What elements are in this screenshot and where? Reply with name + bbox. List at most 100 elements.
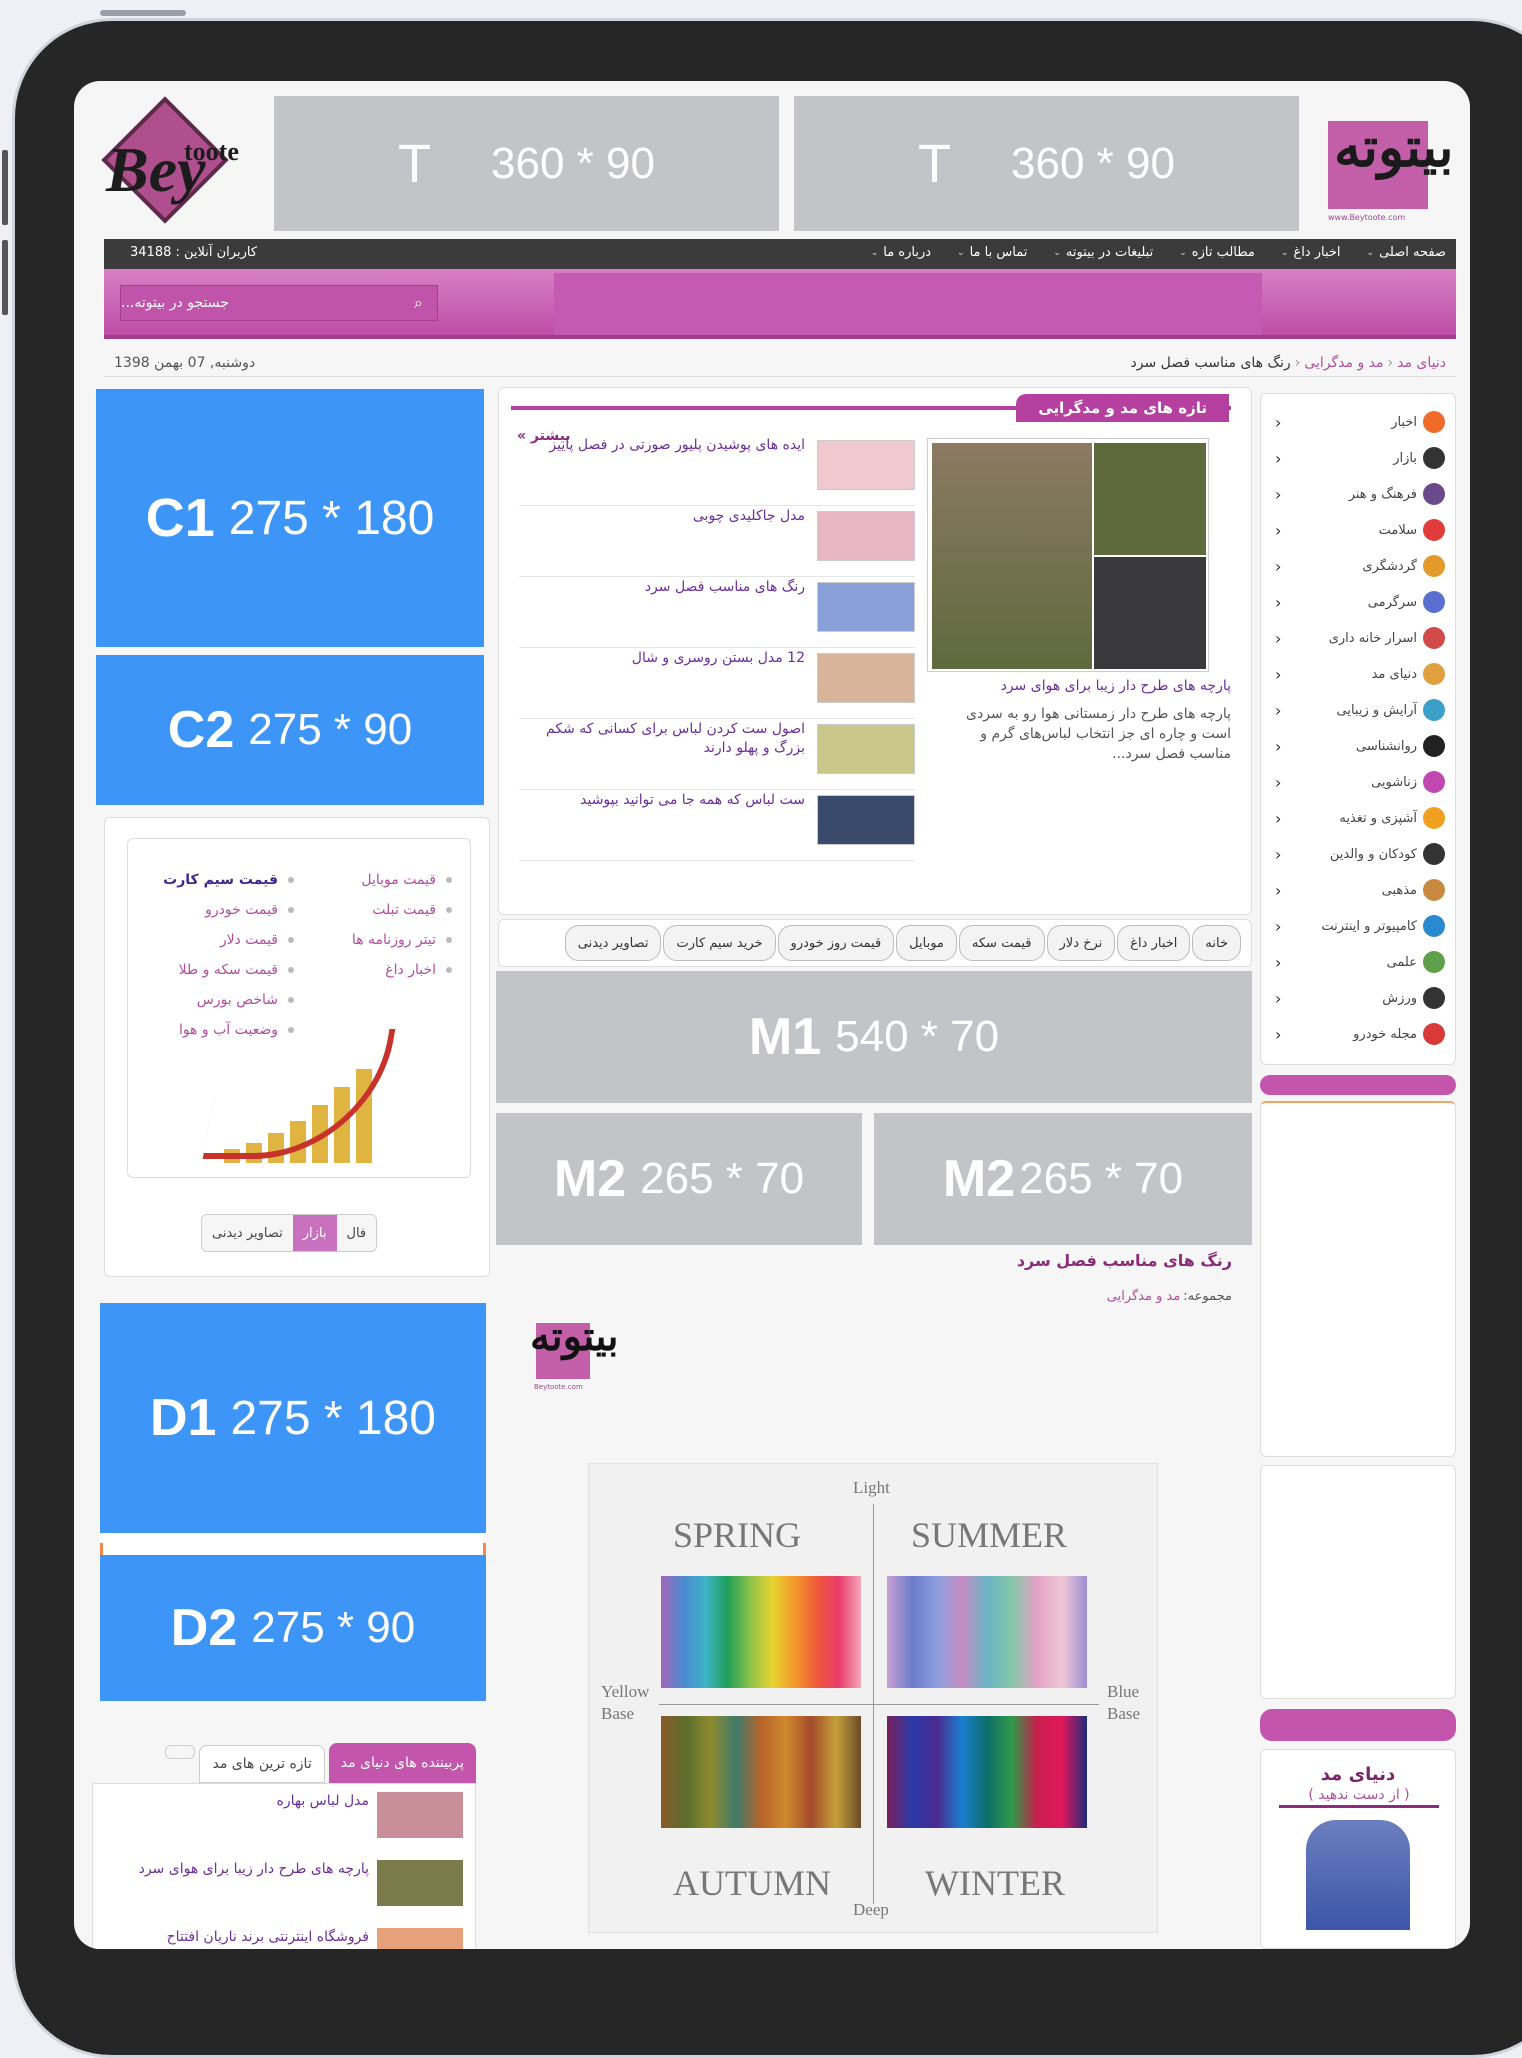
- category-item[interactable]: مجله خودرو ‹: [1275, 1016, 1445, 1052]
- menu-item[interactable]: درباره ما ⌄: [871, 245, 931, 260]
- search-icon[interactable]: ⌕: [414, 293, 423, 313]
- news-item[interactable]: مدل جاکلیدی چوبی: [519, 507, 915, 577]
- online-users: کاربران آنلاین : 34188: [130, 245, 258, 260]
- menu-item[interactable]: اخبار داغ ⌄: [1281, 245, 1341, 260]
- logo-left-sub: toote: [184, 137, 239, 166]
- nav-tab[interactable]: موبایل: [896, 925, 957, 961]
- ad-top-2-letter: T: [918, 133, 952, 194]
- chevron-left-icon: ‹: [1275, 808, 1282, 828]
- menu-item[interactable]: مطالب تازه ⌄: [1179, 245, 1255, 260]
- ad-m2-right[interactable]: M2 265 * 70: [874, 1113, 1252, 1245]
- menu-item[interactable]: تماس با ما ⌄: [957, 245, 1027, 260]
- category-item[interactable]: کامپیوتر و اینترنت ‹: [1275, 908, 1445, 944]
- market-tab[interactable]: فال: [336, 1215, 377, 1251]
- ad-c2[interactable]: C2 275 * 90: [96, 655, 484, 805]
- fashion-list-item[interactable]: مدل لباس بهاره: [105, 1792, 463, 1852]
- news-item[interactable]: ایده های پوشیدن پلیور صورتی در فصل پاییز: [519, 436, 915, 506]
- category-item[interactable]: مذهبی ‹: [1275, 872, 1445, 908]
- fashion-list-item[interactable]: پارچه های طرح دار زیبا برای هوای سرد: [105, 1860, 463, 1920]
- tab-newest[interactable]: تازه ترین های مد: [199, 1745, 325, 1783]
- category-item[interactable]: فرهنگ و هنر ‹: [1275, 476, 1445, 512]
- category-item[interactable]: ورزش ‹: [1275, 980, 1445, 1016]
- category-label-wrap: مجله خودرو: [1353, 1023, 1445, 1045]
- ad-top-1[interactable]: T 360 * 90: [274, 96, 779, 231]
- logo-left[interactable]: Bey toote: [92, 95, 262, 230]
- ad-d2[interactable]: D2 275 * 90: [100, 1555, 486, 1701]
- market-link[interactable]: قیمت موبایل: [352, 865, 452, 895]
- label-yellow: Yellow: [601, 1682, 650, 1701]
- breadcrumb-current: رنگ های مناسب فصل سرد: [1130, 355, 1291, 371]
- news-item[interactable]: اصول ست کردن لباس برای کسانی که شکم بزرگ…: [519, 720, 915, 790]
- category-item[interactable]: آرایش و زیبایی ‹: [1275, 692, 1445, 728]
- current-date: دوشنبه, 07 بهمن 1398: [114, 355, 256, 371]
- category-item[interactable]: روانشناسی ‹: [1275, 728, 1445, 764]
- nav-tab[interactable]: خرید سیم کارت: [663, 925, 776, 961]
- menu-item[interactable]: صفحه اصلی ⌄: [1367, 245, 1446, 260]
- featured-image[interactable]: [927, 438, 1209, 672]
- category-item[interactable]: سلامت ‹: [1275, 512, 1445, 548]
- ad-c1[interactable]: C1 275 * 180: [96, 389, 484, 647]
- news-item[interactable]: 12 مدل بستن روسری و شال: [519, 649, 915, 719]
- fashion-tabs: پربیننده های دنیای مد تازه ترین های مد: [92, 1741, 476, 1783]
- tab-small[interactable]: [165, 1745, 196, 1759]
- season-color-image[interactable]: Light Deep Yellow Base Blue Base SPRING …: [588, 1463, 1158, 1933]
- fashion-list-item[interactable]: فروشگاه اینترنتی برند ناریان افتتاح: [105, 1928, 463, 1949]
- category-item[interactable]: دنیای مد ‹: [1275, 656, 1445, 692]
- market-link[interactable]: شاخص بورس: [163, 985, 294, 1015]
- fashion-box-image[interactable]: [1306, 1820, 1410, 1930]
- category-label: اسرار خانه داری: [1328, 630, 1417, 646]
- logo-right[interactable]: بیتوته www.Beytoote.com: [1322, 99, 1454, 229]
- category-item[interactable]: اخبار ‹: [1275, 404, 1445, 440]
- logo-right-url: www.Beytoote.com: [1328, 213, 1406, 222]
- ad-m1[interactable]: M1 540 * 70: [496, 971, 1252, 1103]
- nav-tab[interactable]: خانه: [1192, 925, 1241, 961]
- news-item[interactable]: ست لباس که همه جا می توانید بپوشید: [519, 791, 915, 861]
- nav-tab[interactable]: اخبار داغ: [1117, 925, 1191, 961]
- market-link[interactable]: قیمت سیم کارت: [163, 865, 294, 895]
- market-link[interactable]: تیتر روزنامه ها: [352, 925, 452, 955]
- chevron-left-icon: ‹: [1275, 412, 1282, 432]
- breadcrumb-link-2[interactable]: مد و مدگرایی: [1304, 355, 1383, 371]
- sidebar-empty-box: [1260, 1101, 1456, 1457]
- fashion-thumbnail: [377, 1792, 463, 1838]
- category-item[interactable]: کودکان و والدین ‹: [1275, 836, 1445, 872]
- search-input[interactable]: جستجو در بیتوته... ⌕: [120, 285, 438, 321]
- featured-title[interactable]: پارچه های طرح دار زیبا برای هوای سرد: [951, 678, 1231, 694]
- category-item[interactable]: بازار ‹: [1275, 440, 1445, 476]
- ad-m2-left[interactable]: M2 265 * 70: [496, 1113, 862, 1245]
- ad-top-2[interactable]: T 360 * 90: [794, 96, 1299, 231]
- category-item[interactable]: زناشویی ‹: [1275, 764, 1445, 800]
- market-link[interactable]: قیمت خودرو: [163, 895, 294, 925]
- market-link[interactable]: قیمت تبلت: [352, 895, 452, 925]
- ad-d1[interactable]: D1 275 * 180: [100, 1303, 486, 1543]
- nav-tab[interactable]: قیمت سکه: [958, 925, 1045, 961]
- ad-m1-code: M1: [748, 1008, 822, 1066]
- breadcrumb-link-1[interactable]: دنیای مد: [1397, 355, 1446, 371]
- market-link[interactable]: اخبار داغ: [352, 955, 452, 985]
- category-icon: [1423, 447, 1445, 469]
- ad-top-1-size: 360 * 90: [491, 138, 655, 188]
- category-item[interactable]: گردشگری ‹: [1275, 548, 1445, 584]
- market-tab[interactable]: تصاویر دیدنی: [202, 1215, 293, 1251]
- category-link[interactable]: مد و مدگرایی: [1107, 1289, 1181, 1304]
- menu-item[interactable]: تبلیغات در بیتوته ⌄: [1053, 245, 1153, 260]
- category-item[interactable]: سرگرمی ‹: [1275, 584, 1445, 620]
- nav-tab[interactable]: نرخ دلار: [1046, 925, 1116, 961]
- category-item[interactable]: اسرار خانه داری ‹: [1275, 620, 1445, 656]
- swatch-spring: [661, 1576, 861, 1688]
- nav-tab[interactable]: تصاویر دیدنی: [564, 925, 662, 961]
- news-title: 12 مدل بستن روسری و شال: [631, 650, 805, 666]
- market-tab[interactable]: بازار: [292, 1215, 337, 1251]
- browser-screen: Bey toote T 360 * 90 T 360 * 90 بیتوته w…: [74, 81, 1470, 1949]
- tab-most-viewed[interactable]: پربیننده های دنیای مد: [328, 1743, 476, 1783]
- category-label: فرهنگ و هنر: [1348, 486, 1417, 502]
- category-item[interactable]: علمی ‹: [1275, 944, 1445, 980]
- market-link[interactable]: قیمت سکه و طلا: [163, 955, 294, 985]
- breadcrumb-items: دنیای مد ‹ مد و مدگرایی ‹ رنگ های مناسب فص…: [1130, 355, 1447, 371]
- category-item[interactable]: آشپزی و تغذیه ‹: [1275, 800, 1445, 836]
- market-link[interactable]: قیمت دلار: [163, 925, 294, 955]
- news-item[interactable]: رنگ های مناسب فصل سرد: [519, 578, 915, 648]
- article-logo-url: Beytoote.com: [534, 1383, 583, 1391]
- nav-tab[interactable]: قیمت روز خودرو: [777, 925, 895, 961]
- category-label-wrap: اسرار خانه داری: [1329, 627, 1445, 649]
